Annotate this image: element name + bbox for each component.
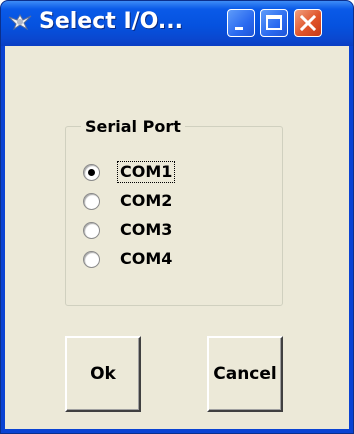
minimize-button[interactable] [227,9,255,37]
radio-com2[interactable]: COM2 [83,189,174,213]
select-io-dialog: Select I/O... Serial Port COM1 COM2 COM3… [0,0,354,434]
maximize-icon [266,15,282,30]
grasshopper-icon [7,11,33,35]
radio-com3-label[interactable]: COM3 [118,220,174,240]
dialog-body: Serial Port COM1 COM2 COM3 COM4 Ok Cance… [5,46,349,429]
window-title: Select I/O... [39,9,183,34]
radio-com1-label[interactable]: COM1 [116,161,176,183]
radio-com2-label[interactable]: COM2 [118,191,174,211]
radio-com1[interactable]: COM1 [83,160,176,184]
close-icon [299,14,317,32]
maximize-button[interactable] [260,9,288,37]
radio-com4[interactable]: COM4 [83,247,174,271]
serial-port-group-label: Serial Port [81,118,185,136]
ok-button[interactable]: Ok [65,336,141,412]
serial-port-group [65,126,283,306]
radio-button[interactable] [83,221,100,239]
close-button[interactable] [294,9,322,37]
minimize-icon [235,27,243,30]
radio-com4-label[interactable]: COM4 [118,249,174,269]
title-bar[interactable]: Select I/O... [1,1,353,46]
radio-button[interactable] [83,192,100,210]
cancel-button[interactable]: Cancel [207,336,283,412]
radio-com3[interactable]: COM3 [83,218,174,242]
radio-button-checked[interactable] [83,163,100,181]
radio-button[interactable] [83,250,100,268]
